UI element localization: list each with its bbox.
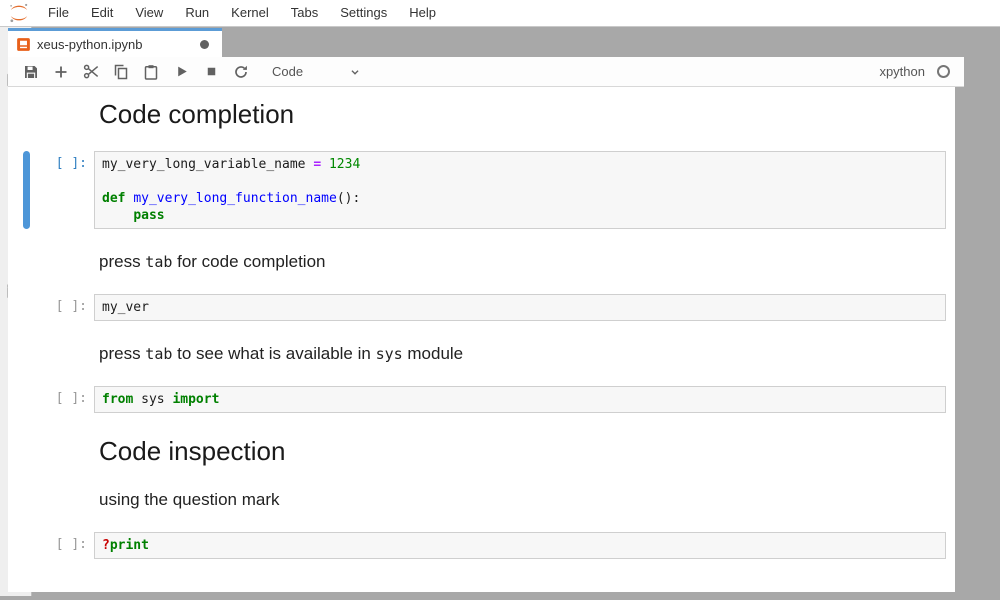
restart-kernel-button[interactable] [226, 59, 256, 85]
code-line: my_ver [102, 299, 938, 316]
tab-title: xeus-python.ipynb [37, 37, 200, 52]
code-cell: [ ]:my_very_long_variable_name = 1234 de… [8, 151, 946, 229]
code-cell: [ ]: my_ver [8, 294, 946, 321]
jupyter-logo-icon [0, 2, 37, 24]
notebook-file-icon [16, 37, 31, 52]
save-button[interactable] [16, 59, 46, 85]
input-prompt: [ ]: [8, 386, 94, 413]
code-cell: [ ]: from sys import [8, 386, 946, 413]
chevron-down-icon [348, 65, 362, 79]
menu-file[interactable]: File [37, 0, 80, 26]
menu-settings[interactable]: Settings [329, 0, 398, 26]
copy-cells-button[interactable] [106, 59, 136, 85]
tab-xeus-python[interactable]: xeus-python.ipynb [8, 28, 222, 57]
markdown-paragraph: press tab for code completion [8, 250, 955, 274]
input-prompt: [ ]: [8, 294, 94, 321]
menu-view[interactable]: View [124, 0, 174, 26]
code-line: from sys import [102, 391, 938, 408]
active-cell-indicator[interactable] [23, 151, 30, 229]
cell-editor[interactable]: my_very_long_variable_name = 1234 def my… [94, 151, 946, 229]
run-cell-button[interactable] [166, 59, 196, 85]
unsaved-changes-indicator[interactable] [200, 40, 209, 49]
markdown-heading: Code completion [8, 97, 955, 131]
interrupt-kernel-button[interactable] [196, 59, 226, 85]
kernel-status-icon[interactable] [937, 65, 950, 78]
menu-run[interactable]: Run [174, 0, 220, 26]
notebook-toolbar: Code xpython [8, 57, 964, 87]
code-line: ?print [102, 537, 938, 554]
dock-panel: xeus-python.ipynb [0, 27, 1000, 600]
code-line: pass [102, 207, 938, 224]
main-menu-bar: File Edit View Run Kernel Tabs Settings … [0, 0, 1000, 27]
notebook-cells: Code completion[ ]:my_very_long_variable… [8, 97, 955, 559]
markdown-paragraph: using the question mark [8, 488, 955, 512]
markdown-heading: Code inspection [8, 434, 955, 468]
cut-cells-button[interactable] [76, 59, 106, 85]
insert-cell-button[interactable] [46, 59, 76, 85]
cell-type-value: Code [272, 64, 303, 79]
code-cell: [ ]: ?print [8, 532, 946, 559]
code-line: my_very_long_variable_name = 1234 [102, 156, 938, 173]
input-prompt: [ ]: [8, 532, 94, 559]
menu-tabs[interactable]: Tabs [280, 0, 329, 26]
code-line: def my_very_long_function_name(): [102, 190, 938, 207]
menu-edit[interactable]: Edit [80, 0, 124, 26]
menu-kernel[interactable]: Kernel [220, 0, 280, 26]
cell-editor[interactable]: ?print [94, 532, 946, 559]
menu-help[interactable]: Help [398, 0, 447, 26]
cell-editor[interactable]: my_ver [94, 294, 946, 321]
kernel-name[interactable]: xpython [879, 64, 925, 79]
input-prompt: [ ]: [8, 151, 94, 229]
notebook-panel: Code completion[ ]:my_very_long_variable… [8, 87, 955, 592]
paste-cells-button[interactable] [136, 59, 166, 85]
markdown-paragraph: press tab to see what is available in sy… [8, 342, 955, 366]
code-line [102, 173, 938, 190]
cell-type-select[interactable]: Code [272, 64, 362, 79]
cell-editor[interactable]: from sys import [94, 386, 946, 413]
